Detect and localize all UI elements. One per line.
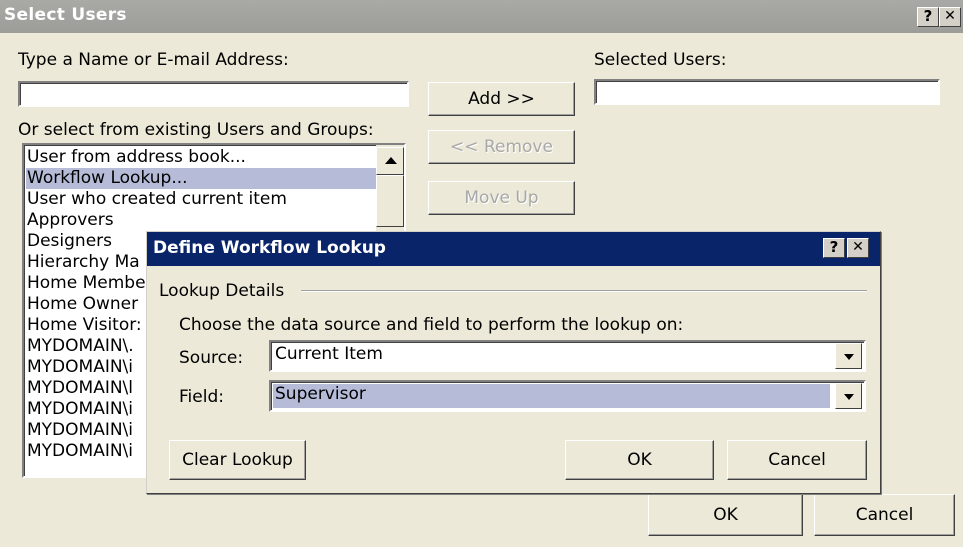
existing-users-label: Or select from existing Users and Groups… bbox=[18, 120, 374, 140]
outer-cancel-button[interactable]: Cancel bbox=[814, 494, 955, 536]
lookup-details-group-label: Lookup Details bbox=[159, 281, 285, 301]
list-item[interactable]: MYDOMAIN\l bbox=[26, 378, 133, 399]
close-icon[interactable]: ✕ bbox=[939, 7, 961, 27]
name-input-label: Type a Name or E-mail Address: bbox=[18, 50, 289, 70]
list-item[interactable]: User who created current item bbox=[26, 189, 287, 210]
add-button[interactable]: Add >> bbox=[428, 82, 575, 116]
field-dropdown[interactable]: Supervisor bbox=[269, 380, 866, 412]
list-item-selected[interactable]: Workflow Lookup... bbox=[26, 168, 377, 189]
list-item[interactable]: MYDOMAIN\i bbox=[26, 441, 133, 462]
list-item[interactable]: MYDOMAIN\i bbox=[26, 357, 133, 378]
field-label: Field: bbox=[179, 387, 224, 407]
source-dropdown[interactable]: Current Item bbox=[269, 340, 866, 372]
inner-ok-button[interactable]: OK bbox=[565, 440, 714, 480]
name-input[interactable] bbox=[18, 81, 409, 107]
list-item[interactable]: Designers bbox=[26, 231, 112, 252]
help-icon[interactable]: ? bbox=[917, 7, 939, 27]
lookup-instruction: Choose the data source and field to perf… bbox=[179, 315, 684, 335]
clear-lookup-button[interactable]: Clear Lookup bbox=[169, 440, 306, 480]
list-item[interactable]: User from address book... bbox=[26, 147, 246, 168]
field-dropdown-button[interactable] bbox=[835, 383, 862, 409]
list-item[interactable]: Home Owner bbox=[26, 294, 138, 315]
remove-button[interactable]: << Remove bbox=[428, 130, 575, 164]
define-workflow-lookup-dialog: Define Workflow Lookup ? ✕ Lookup Detail… bbox=[146, 231, 881, 494]
list-item[interactable]: Home Membe bbox=[26, 273, 146, 294]
chevron-down-icon bbox=[844, 354, 854, 360]
chevron-down-icon bbox=[844, 394, 854, 400]
source-label: Source: bbox=[179, 348, 244, 368]
inner-title-bar[interactable]: Define Workflow Lookup ? ✕ bbox=[147, 232, 880, 266]
inner-dialog-title: Define Workflow Lookup bbox=[153, 238, 386, 258]
list-item[interactable]: MYDOMAIN\i bbox=[26, 420, 133, 441]
source-dropdown-button[interactable] bbox=[835, 343, 862, 369]
close-icon[interactable]: ✕ bbox=[847, 238, 869, 258]
source-value: Current Item bbox=[275, 344, 383, 364]
outer-dialog-title: Select Users bbox=[4, 5, 127, 25]
inner-cancel-button[interactable]: Cancel bbox=[727, 440, 867, 480]
field-value: Supervisor bbox=[275, 384, 366, 404]
outer-ok-button[interactable]: OK bbox=[648, 494, 803, 536]
list-item[interactable]: Approvers bbox=[26, 210, 114, 231]
outer-title-bar[interactable]: Select Users ? ✕ bbox=[0, 0, 963, 33]
move-up-button[interactable]: Move Up bbox=[428, 181, 575, 215]
list-item[interactable]: Hierarchy Ma bbox=[26, 252, 140, 273]
scroll-thumb[interactable] bbox=[376, 175, 404, 227]
selected-users-field[interactable] bbox=[594, 79, 940, 105]
scroll-up-arrow-icon bbox=[385, 157, 397, 164]
list-item[interactable]: MYDOMAIN\. bbox=[26, 336, 134, 357]
list-item[interactable]: MYDOMAIN\i bbox=[26, 399, 133, 420]
selected-users-label: Selected Users: bbox=[594, 50, 727, 70]
group-divider bbox=[301, 290, 867, 292]
help-icon[interactable]: ? bbox=[823, 238, 845, 258]
scroll-up-button[interactable] bbox=[376, 147, 404, 175]
list-item[interactable]: Home Visitor: bbox=[26, 315, 142, 336]
